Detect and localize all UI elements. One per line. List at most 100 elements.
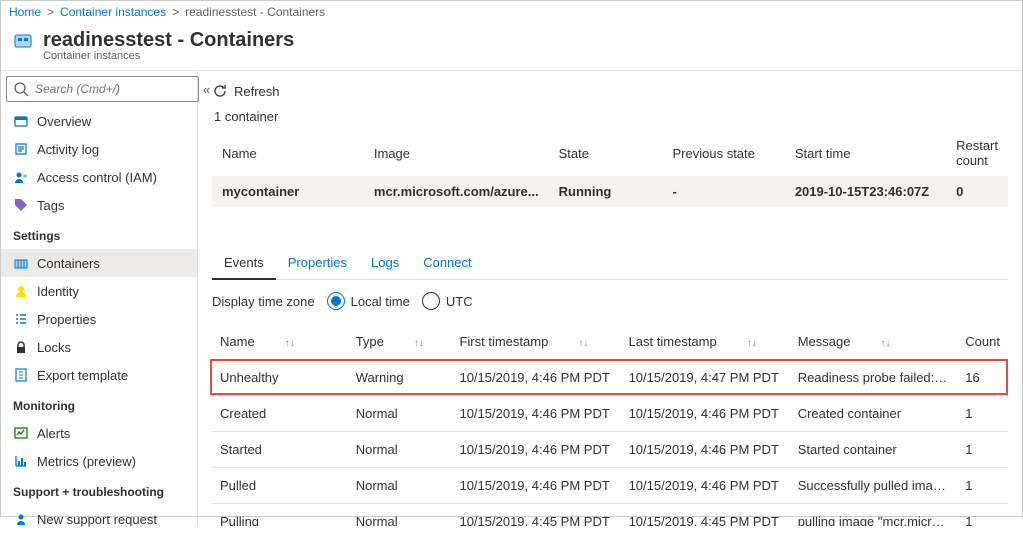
col-last[interactable]: Last timestamp↑↓ [621,324,790,360]
col-name[interactable]: Name↑↓ [212,324,348,360]
sidebar-item-label: Identity [37,284,79,299]
radio-local-label: Local time [351,294,410,309]
activity-log-icon [13,141,29,157]
sidebar-item-export-template[interactable]: Export template [1,361,197,389]
col-message[interactable]: Message↑↓ [790,324,958,360]
table-row[interactable]: StartedNormal10/15/2019, 4:46 PM PDT10/1… [212,432,1008,468]
page-title: readinesstest - Containers [43,29,294,52]
sidebar-item-overview[interactable]: Overview [1,107,197,135]
sidebar-item-alerts[interactable]: Alerts [1,419,197,447]
cell-start: 2019-10-15T23:46:07Z [785,176,946,207]
col-count[interactable]: Count [957,324,1008,360]
cell-type: Normal [348,468,452,504]
sidebar-item-label: Properties [37,312,96,327]
col-image[interactable]: Image [364,130,549,176]
sidebar-item-label: Metrics (preview) [37,454,136,469]
properties-icon [13,311,29,327]
tags-icon [13,197,29,213]
sidebar-item-access-control[interactable]: Access control (IAM) [1,163,197,191]
cell-last: 10/15/2019, 4:45 PM PDT [621,504,790,527]
table-row[interactable]: PulledNormal10/15/2019, 4:46 PM PDT10/15… [212,468,1008,504]
col-start-time[interactable]: Start time [785,130,946,176]
search-icon [13,81,29,97]
table-row[interactable]: CreatedNormal10/15/2019, 4:46 PM PDT10/1… [212,396,1008,432]
sidebar-item-tags[interactable]: Tags [1,191,197,219]
timezone-row: Display time zone Local time UTC [212,292,1008,310]
sidebar-item-identity[interactable]: Identity [1,277,197,305]
table-row[interactable]: UnhealthyWarning10/15/2019, 4:46 PM PDT1… [212,360,1008,396]
breadcrumb-home[interactable]: Home [9,5,41,19]
cell-name: Started [212,432,348,468]
col-type[interactable]: Type↑↓ [348,324,452,360]
table-row[interactable]: PullingNormal10/15/2019, 4:45 PM PDT10/1… [212,504,1008,527]
cell-name: Pulled [212,468,348,504]
radio-utc[interactable]: UTC [422,292,473,310]
cell-first: 10/15/2019, 4:46 PM PDT [451,468,620,504]
cell-first: 10/15/2019, 4:46 PM PDT [451,432,620,468]
col-first[interactable]: First timestamp↑↓ [451,324,620,360]
containers-icon [13,255,29,271]
radio-selected-icon [327,292,345,310]
col-name[interactable]: Name [212,130,364,176]
col-state[interactable]: State [549,130,663,176]
events-table: Name↑↓ Type↑↓ First timestamp↑↓ Last tim… [212,324,1008,526]
export-template-icon [13,367,29,383]
timezone-label: Display time zone [212,294,315,309]
refresh-label: Refresh [234,84,280,99]
page-header: readinesstest - Containers Container ins… [1,23,1022,70]
locks-icon [13,339,29,355]
sidebar-item-containers[interactable]: Containers [1,249,197,277]
cell-name: Unhealthy [212,360,348,396]
cell-previous: - [663,176,785,207]
cell-message: Readiness probe failed: cat... [790,360,958,396]
cell-first: 10/15/2019, 4:46 PM PDT [451,396,620,432]
sidebar-item-locks[interactable]: Locks [1,333,197,361]
cell-type: Normal [348,504,452,527]
cell-count: 1 [957,504,1008,527]
sidebar-item-metrics[interactable]: Metrics (preview) [1,447,197,475]
breadcrumb-parent[interactable]: Container instances [60,5,166,19]
cell-message: pulling image "mcr.micros... [790,504,958,527]
iam-icon [13,169,29,185]
sort-icon: ↑↓ [414,338,424,349]
cell-last: 10/15/2019, 4:47 PM PDT [621,360,790,396]
sidebar-item-properties[interactable]: Properties [1,305,197,333]
sort-icon: ↑↓ [578,338,588,349]
cell-restart: 0 [946,176,1008,207]
cell-first: 10/15/2019, 4:46 PM PDT [451,360,620,396]
cell-message: Successfully pulled image ... [790,468,958,504]
details-tabs: Events Properties Logs Connect [212,247,1008,280]
sidebar-item-label: Overview [37,114,91,129]
col-restart-count[interactable]: Restart count [946,130,1008,176]
radio-local-time[interactable]: Local time [327,292,410,310]
alerts-icon [13,425,29,441]
tab-properties[interactable]: Properties [276,247,359,279]
tab-events[interactable]: Events [212,247,276,280]
cell-last: 10/15/2019, 4:46 PM PDT [621,396,790,432]
table-row[interactable]: mycontainer mcr.microsoft.com/azure... R… [212,176,1008,207]
sidebar-item-activity-log[interactable]: Activity log [1,135,197,163]
cell-type: Normal [348,432,452,468]
refresh-button[interactable]: Refresh [212,83,280,99]
cell-name: Pulling [212,504,348,527]
support-icon [13,511,29,527]
search-input[interactable] [35,82,192,96]
cell-last: 10/15/2019, 4:46 PM PDT [621,468,790,504]
container-count: 1 container [212,109,1008,130]
cell-type: Warning [348,360,452,396]
tab-logs[interactable]: Logs [359,247,411,279]
cell-state: Running [549,176,663,207]
cell-count: 1 [957,432,1008,468]
sidebar-item-label: Activity log [37,142,99,157]
col-previous-state[interactable]: Previous state [663,130,785,176]
tab-connect[interactable]: Connect [411,247,483,279]
sidebar-item-new-support[interactable]: New support request [1,505,197,533]
refresh-icon [212,83,228,99]
cell-type: Normal [348,396,452,432]
search-box[interactable] [6,76,199,102]
cell-count: 1 [957,396,1008,432]
sidebar-section-settings: Settings [1,219,197,249]
cell-first: 10/15/2019, 4:45 PM PDT [451,504,620,527]
breadcrumb-sep-icon: > [47,5,54,19]
cell-last: 10/15/2019, 4:46 PM PDT [621,432,790,468]
